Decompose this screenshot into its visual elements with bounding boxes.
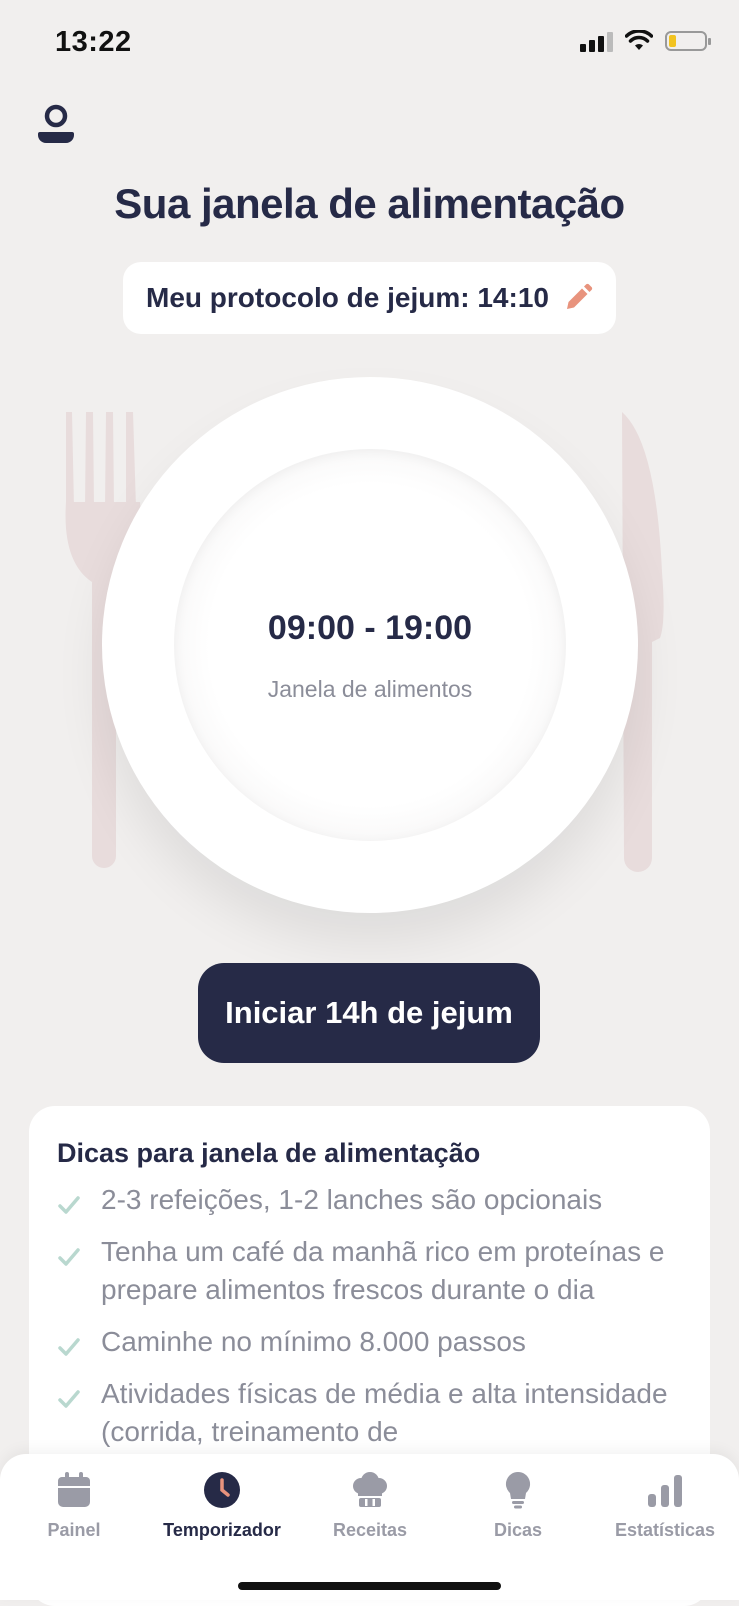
- tab-temporizador[interactable]: Temporizador: [148, 1454, 296, 1554]
- battery-low-icon: [665, 31, 711, 51]
- tab-label: Dicas: [493, 1520, 543, 1540]
- check-icon: [58, 1248, 80, 1266]
- tab-label: Temporizador: [163, 1520, 281, 1540]
- calendar-icon: [58, 1472, 90, 1507]
- tip-item: 2-3 refeições, 1-2 lanches são opcionais: [57, 1181, 682, 1219]
- chef-hat-icon: [353, 1472, 387, 1507]
- tab-estatisticas[interactable]: Estatísticas: [591, 1454, 739, 1554]
- fasting-protocol-label: Meu protocolo de jejum: 14:10: [146, 282, 549, 313]
- tip-item: Tenha um café da manhã rico em proteínas…: [57, 1233, 682, 1309]
- tab-label: Estatísticas: [614, 1520, 716, 1540]
- tip-text: Atividades físicas de média e alta inten…: [101, 1378, 668, 1447]
- check-icon: [58, 1338, 80, 1356]
- home-indicator[interactable]: [238, 1582, 501, 1590]
- status-time: 13:22: [55, 26, 132, 58]
- tip-text: Tenha um café da manhã rico em proteínas…: [101, 1236, 665, 1305]
- start-fasting-button[interactable]: Iniciar 14h de jejum: [198, 963, 540, 1063]
- pencil-icon: [566, 283, 593, 309]
- clock-icon: [204, 1472, 240, 1508]
- tab-label: Painel: [47, 1520, 101, 1540]
- battery-level: [669, 35, 676, 47]
- lightbulb-icon: [505, 1471, 531, 1509]
- check-icon: [58, 1196, 80, 1214]
- status-icons: [580, 30, 711, 52]
- eating-window-label: Janela de alimentos: [267, 676, 473, 702]
- tip-text: 2-3 refeições, 1-2 lanches são opcionais: [101, 1184, 603, 1215]
- tab-receitas[interactable]: Receitas: [296, 1454, 444, 1554]
- tab-dicas[interactable]: Dicas: [444, 1454, 592, 1554]
- profile-icon: [38, 104, 74, 143]
- tip-item: Caminhe no mínimo 8.000 passos: [57, 1323, 682, 1361]
- tab-label: Receitas: [332, 1520, 408, 1540]
- tab-bar: Painel Temporizador Receitas Dicas Estat…: [0, 1454, 739, 1600]
- profile-button[interactable]: [36, 102, 76, 146]
- signal-icon: [580, 30, 613, 52]
- page-title: Sua janela de alimentação: [114, 180, 625, 227]
- tab-painel[interactable]: Painel: [0, 1454, 148, 1554]
- eating-window-time: 09:00 - 19:00: [267, 609, 473, 647]
- fasting-protocol-button[interactable]: Meu protocolo de jejum: 14:10: [123, 262, 616, 334]
- bar-chart-icon: [648, 1475, 682, 1507]
- tip-item: Atividades físicas de média e alta inten…: [57, 1375, 682, 1451]
- wifi-icon: [625, 30, 653, 50]
- status-bar: 13:22: [0, 0, 739, 90]
- check-icon: [58, 1390, 80, 1408]
- tips-title: Dicas para janela de alimentação: [57, 1138, 481, 1168]
- plate: 09:00 - 19:00 Janela de alimentos: [102, 377, 638, 913]
- tip-text: Caminhe no mínimo 8.000 passos: [101, 1326, 526, 1357]
